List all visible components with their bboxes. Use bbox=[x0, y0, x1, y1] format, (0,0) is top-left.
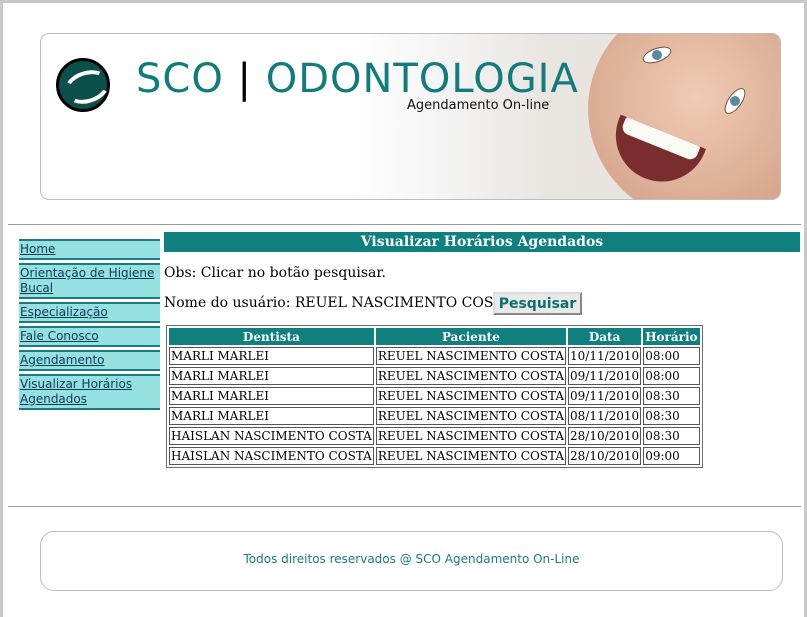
search-row: Nome do usuário: REUEL NASCIMENTO COSTA … bbox=[164, 292, 800, 322]
pesquisar-button[interactable]: Pesquisar bbox=[493, 292, 582, 315]
sidebar-item-fale-conosco[interactable]: Fale Conosco bbox=[19, 326, 160, 347]
cell-paciente: REUEL NASCIMENTO COSTA bbox=[375, 407, 567, 425]
footer-divider bbox=[8, 506, 801, 507]
footer: Todos direitos reservados @ SCO Agendame… bbox=[40, 531, 783, 591]
table-row: MARLI MARLEI REUEL NASCIMENTO COSTA 09/1… bbox=[169, 387, 700, 405]
smiling-woman-image bbox=[580, 34, 780, 199]
cell-data: 10/11/2010 bbox=[568, 347, 642, 365]
table-header-row: Dentista Paciente Data Horário bbox=[169, 328, 700, 345]
cell-data: 09/11/2010 bbox=[568, 387, 642, 405]
table-row: MARLI MARLEI REUEL NASCIMENTO COSTA 10/1… bbox=[169, 347, 700, 365]
cell-paciente: REUEL NASCIMENTO COSTA bbox=[375, 387, 567, 405]
brand-sco: SCO bbox=[136, 56, 224, 102]
cell-paciente: REUEL NASCIMENTO COSTA bbox=[375, 447, 567, 465]
column-header-paciente: Paciente bbox=[375, 328, 567, 345]
table-row: HAISLAN NASCIMENTO COSTA REUEL NASCIMENT… bbox=[169, 447, 700, 465]
cell-horario: 08:00 bbox=[643, 347, 700, 365]
user-name-label: Nome do usuário: REUEL NASCIMENTO COSTA bbox=[164, 295, 513, 311]
column-header-data: Data bbox=[568, 328, 642, 345]
brand-title: SCO | ODONTOLOGIA bbox=[136, 56, 579, 102]
table-row: MARLI MARLEI REUEL NASCIMENTO COSTA 09/1… bbox=[169, 367, 700, 385]
cell-dentista: HAISLAN NASCIMENTO COSTA bbox=[169, 447, 374, 465]
column-header-dentista: Dentista bbox=[169, 328, 374, 345]
sidebar-item-especializacao[interactable]: Especialização bbox=[19, 302, 160, 323]
cell-data: 09/11/2010 bbox=[568, 367, 642, 385]
table-row: MARLI MARLEI REUEL NASCIMENTO COSTA 08/1… bbox=[169, 407, 700, 425]
cell-dentista: MARLI MARLEI bbox=[169, 387, 374, 405]
cell-dentista: MARLI MARLEI bbox=[169, 367, 374, 385]
footer-copyright: Todos direitos reservados @ SCO Agendame… bbox=[243, 552, 580, 566]
appointments-table: Dentista Paciente Data Horário MARLI MAR… bbox=[166, 325, 703, 468]
cell-horario: 08:30 bbox=[643, 427, 700, 445]
cell-data: 28/10/2010 bbox=[568, 427, 642, 445]
cell-dentista: MARLI MARLEI bbox=[169, 407, 374, 425]
header-banner: SCO | ODONTOLOGIA Agendamento On-line bbox=[40, 33, 781, 200]
table-row: HAISLAN NASCIMENTO COSTA REUEL NASCIMENT… bbox=[169, 427, 700, 445]
section-title: Visualizar Horários Agendados bbox=[164, 232, 800, 252]
cell-data: 08/11/2010 bbox=[568, 407, 642, 425]
brand-separator: | bbox=[237, 56, 253, 102]
cell-dentista: HAISLAN NASCIMENTO COSTA bbox=[169, 427, 374, 445]
sidebar-item-visualizar-horarios[interactable]: Visualizar Horários Agendados bbox=[19, 374, 160, 410]
logo-icon bbox=[56, 58, 114, 112]
cell-horario: 08:30 bbox=[643, 387, 700, 405]
sidebar-nav: Home Orientação de Higiene Bucal Especia… bbox=[19, 239, 160, 413]
brand-tagline: Agendamento On-line bbox=[407, 98, 550, 113]
header-divider bbox=[8, 224, 801, 225]
column-header-horario: Horário bbox=[643, 328, 700, 345]
main-content: Visualizar Horários Agendados Obs: Clica… bbox=[164, 229, 800, 468]
sidebar-item-orientacao-higiene[interactable]: Orientação de Higiene Bucal bbox=[19, 263, 160, 299]
brand-odontologia: ODONTOLOGIA bbox=[265, 56, 579, 102]
cell-horario: 09:00 bbox=[643, 447, 700, 465]
cell-paciente: REUEL NASCIMENTO COSTA bbox=[375, 427, 567, 445]
cell-horario: 08:30 bbox=[643, 407, 700, 425]
sidebar-item-agendamento[interactable]: Agendamento bbox=[19, 350, 160, 371]
cell-horario: 08:00 bbox=[643, 367, 700, 385]
obs-note: Obs: Clicar no botão pesquisar. bbox=[164, 265, 386, 281]
page: SCO | ODONTOLOGIA Agendamento On-line Ho… bbox=[3, 3, 804, 617]
cell-paciente: REUEL NASCIMENTO COSTA bbox=[375, 347, 567, 365]
cell-data: 28/10/2010 bbox=[568, 447, 642, 465]
cell-paciente: REUEL NASCIMENTO COSTA bbox=[375, 367, 567, 385]
sidebar-item-home[interactable]: Home bbox=[19, 239, 160, 260]
cell-dentista: MARLI MARLEI bbox=[169, 347, 374, 365]
